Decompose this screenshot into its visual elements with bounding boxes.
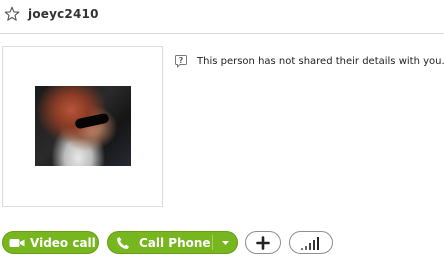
call-phone-button[interactable]: Call Phone — [107, 231, 238, 254]
button-divider — [212, 235, 213, 250]
svg-text:?: ? — [179, 56, 184, 65]
profile-photo — [35, 86, 131, 166]
photo-detail — [74, 112, 110, 130]
phone-handset-icon — [117, 236, 129, 249]
call-quality-button[interactable] — [289, 231, 333, 254]
profile-photo-frame — [2, 46, 163, 207]
video-camera-icon — [9, 238, 25, 247]
call-phone-label: Call Phone — [139, 235, 211, 250]
privacy-notice: This person has not shared their details… — [197, 56, 444, 67]
contact-username: joeyc2410 — [28, 7, 99, 21]
video-call-button[interactable]: Video call — [2, 231, 99, 254]
star-outline-icon[interactable] — [4, 6, 20, 22]
plus-icon — [256, 235, 270, 250]
contact-header: joeyc2410 — [0, 0, 444, 34]
question-bubble-icon: ? — [175, 55, 187, 68]
video-call-label: Video call — [30, 235, 96, 250]
signal-bars-icon — [301, 236, 319, 250]
chevron-down-icon[interactable] — [214, 232, 237, 253]
add-to-call-button[interactable] — [245, 231, 281, 254]
